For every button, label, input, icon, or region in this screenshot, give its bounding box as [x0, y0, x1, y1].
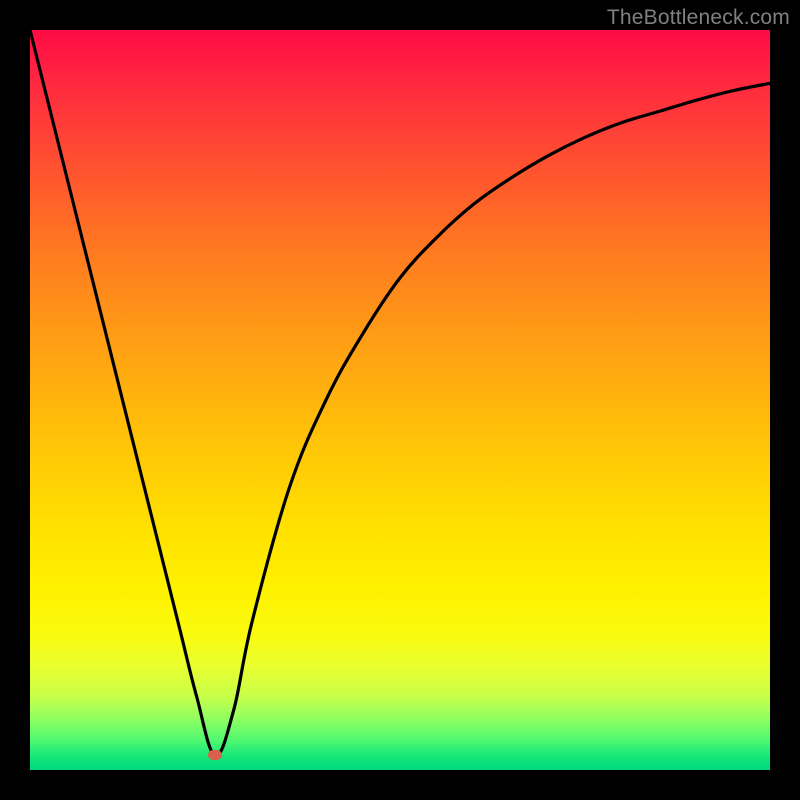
curve-svg	[30, 30, 770, 770]
bottleneck-curve	[30, 30, 770, 755]
plot-area	[30, 30, 770, 770]
chart-frame: TheBottleneck.com	[0, 0, 800, 800]
optimum-marker	[208, 750, 222, 760]
watermark-text: TheBottleneck.com	[607, 6, 790, 30]
